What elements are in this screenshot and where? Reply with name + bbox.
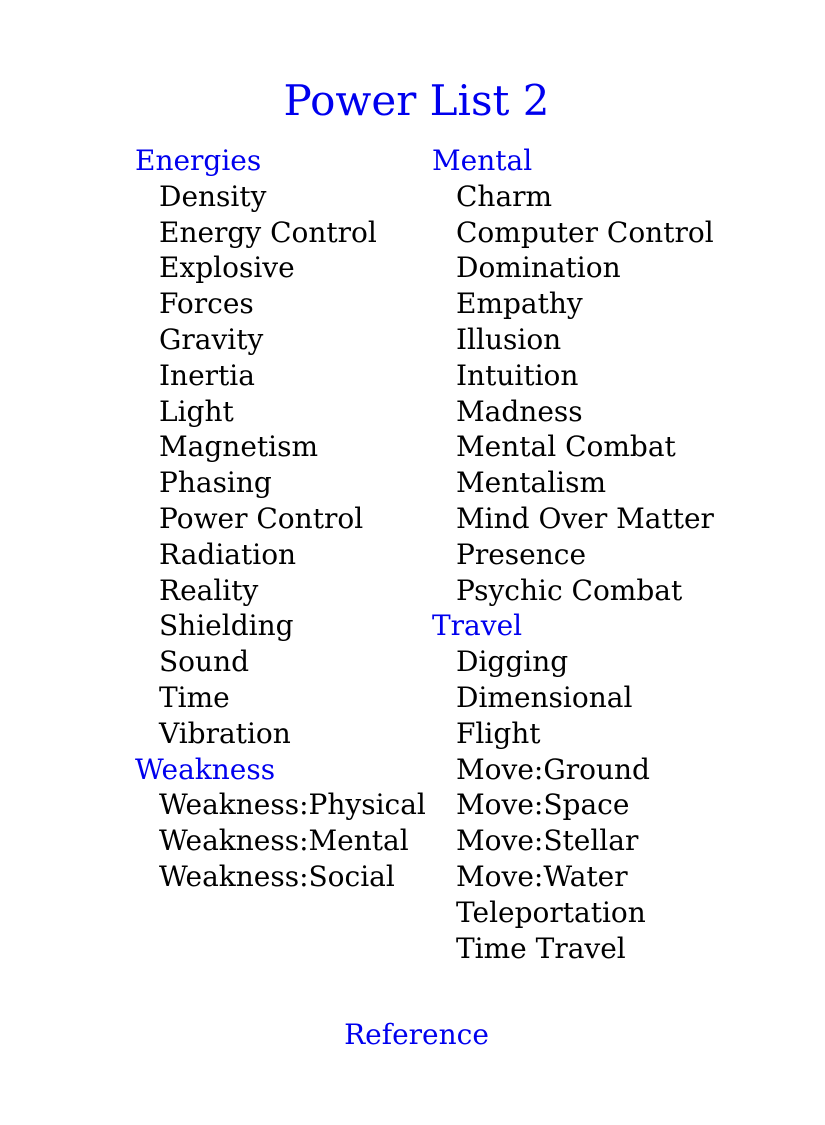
list-item: Presence [456, 537, 587, 571]
list-item: Vibration [159, 716, 291, 750]
list-item: Move:Ground [456, 752, 650, 786]
list-item: Move:Water [456, 859, 628, 893]
list-item: Time Travel [456, 931, 626, 965]
list-item: Psychic Combat [456, 573, 683, 607]
list-item: Flight [456, 716, 541, 750]
list-item: Domination [456, 251, 621, 285]
list-item: Energy Control [159, 215, 377, 249]
list-item: Weakness:Mental [159, 824, 409, 858]
list-item: Move:Stellar [456, 824, 639, 858]
list-item: Move:Space [456, 788, 630, 822]
list-item: Shielding [159, 609, 294, 643]
section-heading: Energies [135, 144, 262, 177]
list-item: Explosive [159, 251, 295, 285]
right-column: Mental Charm Computer Control Domination… [432, 143, 714, 966]
list-item: Intuition [456, 358, 579, 392]
list-item: Charm [456, 179, 553, 213]
list-item: Mind Over Matter [456, 501, 714, 535]
section-travel: Travel Digging Dimensional Flight Move:G… [432, 608, 714, 966]
list-item: Inertia [159, 358, 255, 392]
list-item: Illusion [456, 322, 562, 356]
reference-link[interactable]: Reference [0, 1017, 825, 1053]
section-heading: Mental [432, 144, 533, 177]
list-item: Phasing [159, 466, 272, 500]
section-weakness: Weakness Weakness:Physical Weakness:Ment… [135, 752, 426, 895]
list-item: Weakness:Physical [159, 788, 426, 822]
list-item: Dimensional [456, 680, 633, 714]
list-item: Sound [159, 645, 250, 679]
list-item: Mentalism [456, 466, 607, 500]
list-item: Magnetism [159, 430, 319, 464]
list-item: Mental Combat [456, 430, 676, 464]
list-item: Power Control [159, 501, 364, 535]
list-item: Weakness:Social [159, 859, 395, 893]
list-item: Reality [159, 573, 259, 607]
section-energies: Energies Density Energy Control Explosiv… [135, 143, 426, 752]
list-item: Digging [456, 645, 569, 679]
page-title: Power List 2 [283, 76, 550, 125]
list-item: Gravity [159, 322, 264, 356]
list-item: Forces [159, 287, 254, 321]
section-heading: Travel [432, 609, 523, 643]
list-item: Radiation [159, 537, 297, 571]
list-item: Computer Control [456, 215, 714, 249]
left-column: Energies Density Energy Control Explosiv… [135, 143, 426, 895]
list-item: Empathy [456, 287, 583, 321]
list-item: Teleportation [456, 895, 646, 929]
list-item: Density [159, 179, 267, 213]
section-heading: Weakness [135, 752, 276, 786]
list-item: Light [159, 394, 234, 428]
list-item: Time [159, 680, 230, 714]
list-item: Madness [456, 394, 583, 428]
section-mental: Mental Charm Computer Control Domination… [432, 143, 714, 608]
